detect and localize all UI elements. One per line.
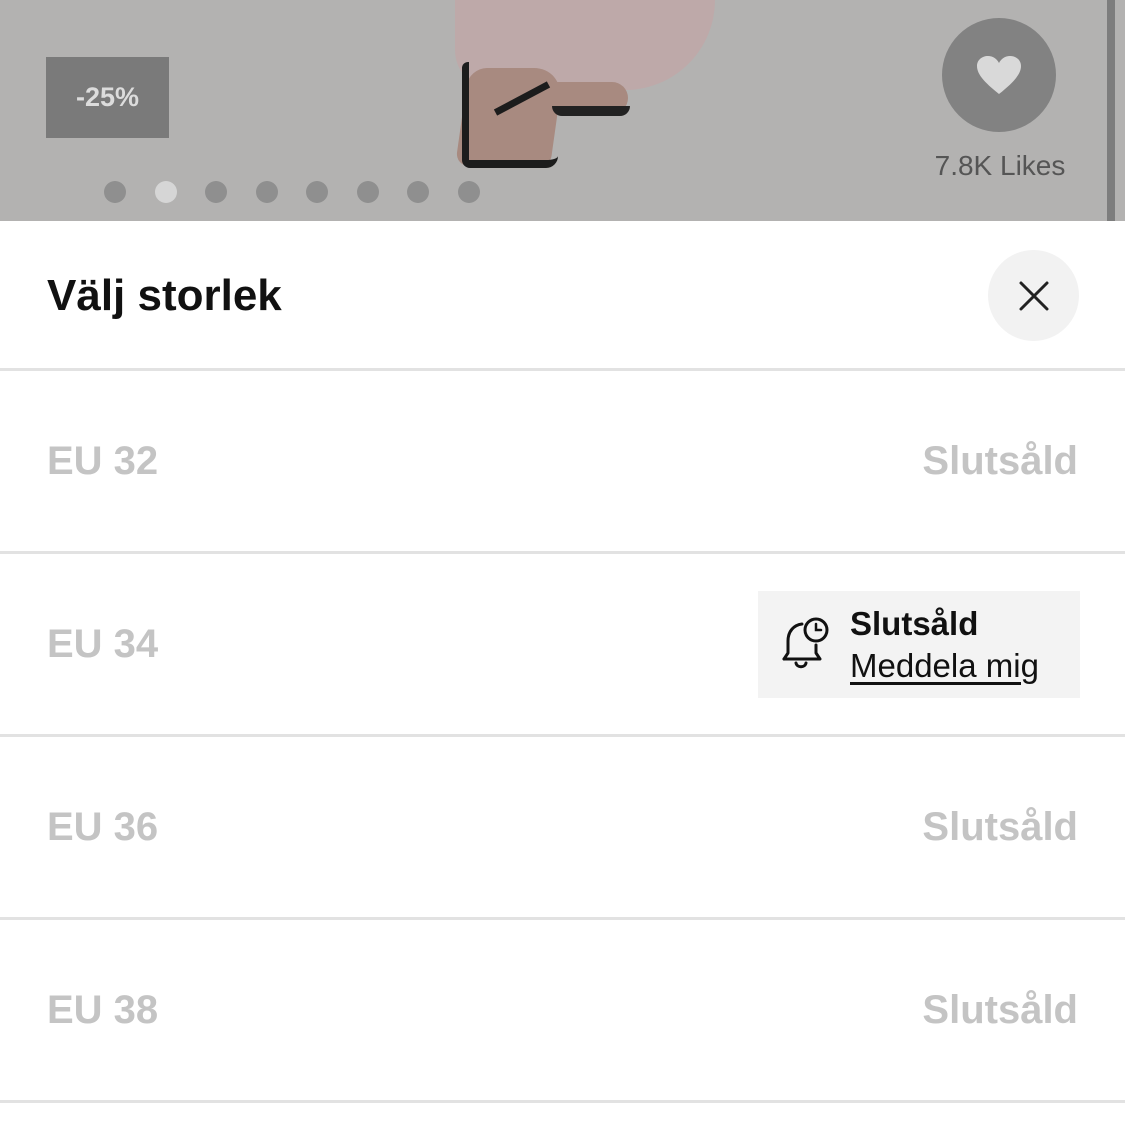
size-picker-sheet: Välj storlek EU 32 Slutsåld EU 34 Slutså… xyxy=(0,221,1125,1125)
heart-icon xyxy=(977,56,1021,94)
stock-status: Slutsåld xyxy=(850,605,979,642)
close-button[interactable] xyxy=(988,250,1079,341)
carousel-dot[interactable] xyxy=(457,181,480,203)
size-option-eu-38[interactable]: EU 38 Slutsåld xyxy=(0,920,1125,1103)
discount-badge: -25% xyxy=(46,57,169,138)
size-option-eu-32[interactable]: EU 32 Slutsåld xyxy=(0,371,1125,554)
like-button[interactable] xyxy=(942,18,1056,132)
carousel-dot[interactable] xyxy=(205,181,227,203)
size-label: EU 34 xyxy=(47,621,159,666)
product-page: -25% 7.8K Likes Välj storlek EU 32 Sluts… xyxy=(0,0,1125,1125)
scrollbar[interactable] xyxy=(1107,0,1115,221)
size-option-eu-34[interactable]: EU 34 Slutsåld Meddela mig xyxy=(0,554,1125,737)
carousel-dot-active[interactable] xyxy=(154,181,177,203)
stock-status: Slutsåld xyxy=(922,438,1078,483)
right-sandal xyxy=(552,106,630,116)
size-option-eu-36[interactable]: EU 36 Slutsåld xyxy=(0,737,1125,920)
carousel-dot[interactable] xyxy=(255,181,278,203)
notify-me-link[interactable]: Meddela mig xyxy=(850,647,1039,685)
carousel-dot[interactable] xyxy=(306,181,328,203)
bell-clock-icon xyxy=(782,617,829,669)
sheet-header: Välj storlek xyxy=(0,221,1125,371)
product-image: -25% 7.8K Likes xyxy=(0,0,1125,221)
stock-status: Slutsåld xyxy=(922,987,1078,1032)
size-label: EU 32 xyxy=(47,438,159,483)
close-icon xyxy=(1019,281,1048,310)
left-sandal xyxy=(462,62,558,168)
carousel-dots[interactable] xyxy=(104,180,480,204)
likes-count: 7.8K Likes xyxy=(934,150,1066,181)
sheet-title: Välj storlek xyxy=(47,271,282,320)
size-label: EU 36 xyxy=(47,804,159,849)
size-label: EU 38 xyxy=(47,987,159,1032)
stock-status: Slutsåld xyxy=(922,804,1078,849)
carousel-dot[interactable] xyxy=(356,181,379,203)
carousel-dot[interactable] xyxy=(407,181,429,203)
notify-me-box[interactable]: Slutsåld Meddela mig xyxy=(758,591,1080,698)
carousel-dot[interactable] xyxy=(104,181,126,203)
